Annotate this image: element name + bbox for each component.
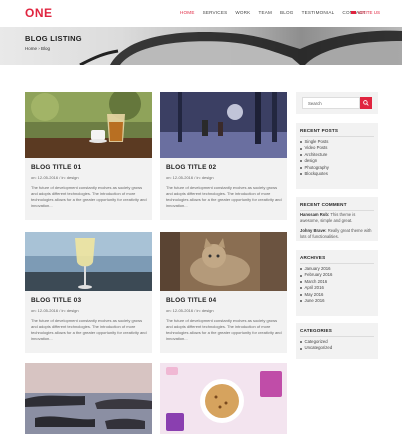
recent-comment-title: RECENT COMMENT: [300, 202, 347, 207]
search-button[interactable]: [360, 97, 372, 109]
blog-excerpt: The future of development constantly evo…: [31, 318, 147, 341]
site-logo[interactable]: ONE: [25, 6, 53, 20]
search-input[interactable]: Search: [302, 97, 360, 109]
blog-thumb-forest[interactable]: [160, 92, 287, 158]
categories-list: Categorized Uncategorized: [300, 339, 332, 352]
comment-author: Hanssam Rob:: [300, 212, 330, 217]
blog-thumb-tea[interactable]: [25, 92, 152, 158]
recent-posts-widget: RECENT POSTS Single Posts Video Posts Ar…: [296, 123, 378, 189]
recent-comment-widget: RECENT COMMENT Hanssam Rob: This theme i…: [296, 197, 378, 241]
divider: [300, 210, 374, 211]
blog-excerpt: The future of development constantly evo…: [31, 185, 147, 208]
blog-card-3[interactable]: BLOG TITLE 03 on: 12-05-2016 / in: desig…: [25, 232, 152, 353]
blog-thumb-sea[interactable]: [25, 363, 152, 434]
divider: [300, 263, 374, 264]
nav-item-team[interactable]: TEAM: [258, 10, 272, 15]
blog-excerpt: The future of development constantly evo…: [166, 318, 282, 341]
nav-item-services[interactable]: SERVICES: [203, 10, 228, 15]
blog-thumb-cat[interactable]: [160, 232, 287, 291]
blog-meta: on: 12-05-2016 / in: design: [31, 175, 79, 180]
page-banner: BLOG LISTING Home › Blog: [0, 27, 402, 65]
blog-thumb-wine[interactable]: [25, 232, 152, 291]
comment-item[interactable]: Johny Brave: Really great theme with lot…: [300, 228, 374, 239]
search-widget: Search: [296, 92, 378, 114]
blog-meta: on: 12-05-2016 / in: design: [31, 308, 79, 313]
blog-title[interactable]: BLOG TITLE 04: [166, 297, 216, 304]
categories-title: CATEGORIES: [300, 328, 333, 333]
divider: [300, 136, 374, 137]
nav-item-blog[interactable]: BLOG: [280, 10, 294, 15]
page-title: BLOG LISTING: [25, 34, 82, 43]
archives-list: January 2016 February 2016 March 2016 Ap…: [300, 266, 332, 304]
write-us-link[interactable]: WRITE US: [351, 10, 380, 15]
blog-card-4[interactable]: BLOG TITLE 04 on: 12-05-2016 / in: desig…: [160, 232, 287, 353]
divider: [300, 336, 374, 337]
recent-posts-title: RECENT POSTS: [300, 128, 339, 133]
comment-author: Johny Brave:: [300, 228, 327, 233]
blog-card-2[interactable]: BLOG TITLE 02 on: 12-05-2016 / in: desig…: [160, 92, 287, 220]
categories-widget: CATEGORIES Categorized Uncategorized: [296, 323, 378, 359]
breadcrumb[interactable]: Home › Blog: [25, 46, 50, 51]
recent-post-item[interactable]: Blockquotes: [300, 171, 329, 177]
archives-widget: ARCHIVES January 2016 February 2016 Marc…: [296, 250, 378, 316]
write-us-label: WRITE US: [358, 10, 380, 15]
blog-card-6[interactable]: [160, 363, 287, 434]
glasses-banner-image: [79, 30, 402, 65]
blog-title[interactable]: BLOG TITLE 02: [166, 164, 216, 171]
site-header: ONE HOME SERVICES WORK TEAM BLOG TESTIMO…: [0, 0, 402, 27]
nav-item-testimonial[interactable]: TESTIMONIAL: [302, 10, 335, 15]
nav-item-home[interactable]: HOME: [180, 10, 195, 15]
nav-item-work[interactable]: WORK: [235, 10, 250, 15]
archive-item[interactable]: June 2016: [300, 298, 332, 304]
blog-meta: on: 12-05-2016 / in: design: [166, 175, 214, 180]
main-nav: HOME SERVICES WORK TEAM BLOG TESTIMONIAL…: [180, 10, 374, 15]
search-icon: [363, 100, 369, 106]
blog-card-1[interactable]: BLOG TITLE 01 on: 12-05-2016 / in: desig…: [25, 92, 152, 220]
mail-icon: [351, 10, 356, 15]
blog-meta: on: 12-05-2016 / in: design: [166, 308, 214, 313]
blog-title[interactable]: BLOG TITLE 01: [31, 164, 81, 171]
blog-title[interactable]: BLOG TITLE 03: [31, 297, 81, 304]
blog-card-5[interactable]: [25, 363, 152, 434]
category-item[interactable]: Uncategorized: [300, 345, 332, 351]
comment-item[interactable]: Hanssam Rob: This theme is awesome, simp…: [300, 212, 374, 223]
recent-posts-list: Single Posts Video Posts Architecture de…: [300, 139, 329, 177]
archives-title: ARCHIVES: [300, 255, 326, 260]
blog-excerpt: The future of development constantly evo…: [166, 185, 282, 208]
blog-thumb-cookie[interactable]: [160, 363, 287, 434]
